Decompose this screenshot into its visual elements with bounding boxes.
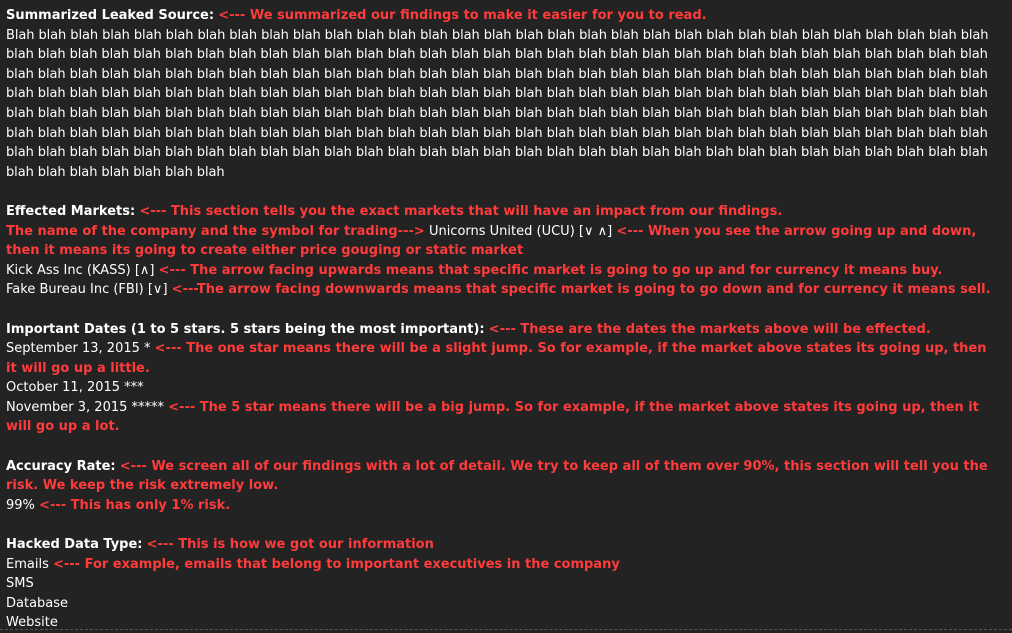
hacked-heading-line: Hacked Data Type: <--- This is how we go… bbox=[6, 535, 996, 555]
market-fbi-note: <---The arrow facing downwards means tha… bbox=[171, 282, 991, 298]
market-item-kass: Kick Ass Inc (KASS) [∧] <--- The arrow f… bbox=[6, 261, 996, 281]
hacked-note: <--- This is how we got our information bbox=[146, 537, 434, 553]
date-1-label: September 13, 2015 * bbox=[6, 341, 151, 357]
hacked-type-emails: Emails <--- For example, emails that bel… bbox=[6, 555, 996, 575]
summary-body: Blah blah blah blah blah blah blah blah … bbox=[6, 27, 989, 180]
accuracy-value-note: <--- This has only 1% risk. bbox=[39, 497, 231, 513]
market-item-ucu: The name of the company and the symbol f… bbox=[6, 222, 996, 261]
summary-heading: Summarized Leaked Source: bbox=[6, 8, 215, 23]
accuracy-note: <--- We screen all of our findings with … bbox=[6, 458, 988, 494]
markets-heading: Effected Markets: bbox=[6, 203, 136, 219]
hacked-type-emails-note: <--- For example, emails that belong to … bbox=[52, 556, 620, 572]
post-content: Summarized Leaked Source: <--- We summar… bbox=[6, 6, 996, 633]
hacked-heading: Hacked Data Type: bbox=[6, 537, 143, 553]
market-item-fbi: Fake Bureau Inc (FBI) [∨] <---The arrow … bbox=[6, 280, 996, 300]
hacked-type-database: Database bbox=[6, 595, 69, 611]
market-ucu-label: Unicorns United (UCU) [∨ ∧] bbox=[428, 223, 613, 239]
market-kass-note: <--- The arrow facing upwards means that… bbox=[158, 262, 943, 278]
date-item-1: September 13, 2015 * <--- The one star m… bbox=[6, 339, 996, 378]
accuracy-heading: Accuracy Rate: bbox=[6, 458, 116, 474]
hacked-type-emails-label: Emails bbox=[6, 556, 49, 572]
date-3-label: November 3, 2015 ***** bbox=[6, 399, 165, 415]
market-kass-label: Kick Ass Inc (KASS) [∧] bbox=[6, 262, 155, 278]
date-1-note: <--- The one star means there will be a … bbox=[6, 341, 987, 376]
markets-intro: The name of the company and the symbol f… bbox=[6, 223, 425, 239]
accuracy-heading-line: Accuracy Rate: <--- We screen all of our… bbox=[6, 457, 996, 496]
markets-heading-line: Effected Markets: <--- This section tell… bbox=[6, 202, 996, 222]
dates-heading-line: Important Dates (1 to 5 stars. 5 stars b… bbox=[6, 320, 996, 340]
dates-note: <--- These are the dates the markets abo… bbox=[488, 321, 931, 337]
date-2-label: October 11, 2015 *** bbox=[6, 380, 144, 396]
date-item-2: October 11, 2015 *** bbox=[6, 378, 996, 398]
dates-heading: Important Dates (1 to 5 stars. 5 stars b… bbox=[6, 321, 485, 337]
hacked-type-sms: SMS bbox=[6, 576, 34, 592]
accuracy-value: 99% bbox=[6, 497, 35, 513]
summary-heading-line: Summarized Leaked Source: <--- We summar… bbox=[6, 6, 996, 26]
accuracy-value-line: 99% <--- This has only 1% risk. bbox=[6, 496, 996, 516]
summary-note: <--- We summarized our findings to make … bbox=[218, 8, 707, 23]
markets-note: <--- This section tells you the exact ma… bbox=[139, 203, 783, 219]
date-item-3: November 3, 2015 ***** <--- The 5 star m… bbox=[6, 398, 996, 437]
market-fbi-label: Fake Bureau Inc (FBI) [∨] bbox=[6, 282, 168, 298]
